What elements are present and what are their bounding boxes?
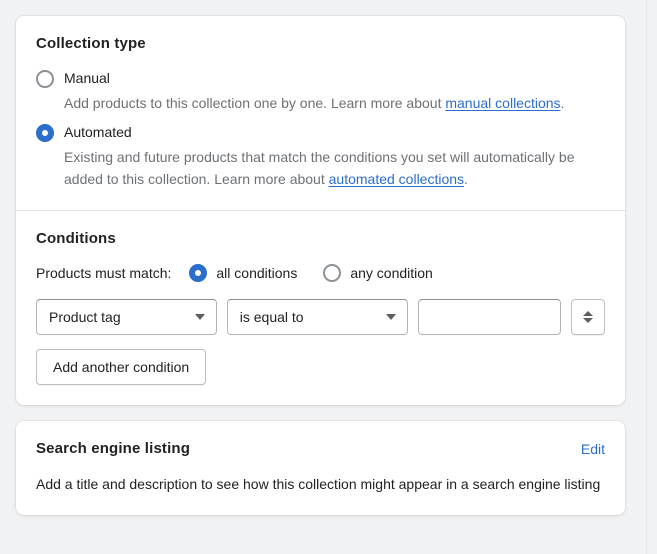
radio-row-automated[interactable]: Automated	[36, 122, 605, 142]
search-engine-listing-heading: Search engine listing	[36, 440, 191, 457]
products-must-match-label: Products must match:	[36, 265, 172, 281]
search-engine-listing-section: Search engine listing Edit Add a title a…	[16, 421, 625, 515]
manual-help-text: Add products to this collection one by o…	[64, 92, 605, 114]
page-scroll-region: Collection type Manual Add products to t…	[0, 0, 657, 554]
search-engine-listing-card: Search engine listing Edit Add a title a…	[16, 421, 625, 515]
condition-field-select[interactable]: Product tag	[36, 299, 217, 335]
radio-all-conditions-icon[interactable]	[189, 264, 208, 282]
radio-any-condition-label: any condition	[350, 265, 433, 281]
search-engine-listing-header: Search engine listing Edit	[36, 439, 605, 459]
automated-collections-link[interactable]: automated collections	[329, 171, 464, 187]
match-option-any-condition[interactable]: any condition	[323, 263, 433, 283]
radio-row-manual[interactable]: Manual	[36, 68, 605, 88]
automated-help-before: Existing and future products that match …	[64, 149, 575, 187]
condition-value-input[interactable]	[417, 299, 561, 335]
condition-row: Product tag is equal to	[36, 299, 606, 335]
automated-help-after: .	[464, 171, 468, 187]
arrow-up-icon	[582, 311, 593, 316]
conditions-section: Conditions Products must match: all cond…	[16, 210, 625, 405]
manual-help-after: .	[560, 95, 565, 111]
edit-link[interactable]: Edit	[581, 439, 605, 459]
condition-operator-select-value: is equal to	[239, 309, 304, 325]
collection-type-option-manual[interactable]: Manual Add products to this collection o…	[36, 68, 605, 114]
conditions-heading: Conditions	[36, 230, 116, 247]
manual-help-before: Add products to this collection one by o…	[64, 95, 446, 111]
radio-all-conditions-label: all conditions	[216, 265, 298, 281]
search-engine-listing-description: Add a title and description to see how t…	[36, 476, 601, 492]
radio-automated-icon[interactable]	[36, 124, 54, 142]
collection-type-section: Collection type Manual Add products to t…	[16, 16, 625, 210]
products-must-match-row: Products must match: all conditions any …	[36, 263, 605, 283]
vertical-scrollbar[interactable]	[646, 0, 657, 554]
condition-stepper-button[interactable]	[570, 299, 606, 335]
chevron-down-icon	[194, 314, 205, 320]
match-option-all-conditions[interactable]: all conditions	[189, 263, 297, 283]
automated-help-text: Existing and future products that match …	[64, 146, 605, 190]
radio-manual-label: Manual	[64, 70, 110, 86]
collection-type-heading: Collection type	[36, 35, 146, 52]
arrow-down-icon	[582, 318, 593, 323]
radio-automated-label: Automated	[64, 124, 132, 140]
add-another-condition-button[interactable]: Add another condition	[36, 349, 207, 385]
chevron-down-icon	[385, 314, 396, 320]
collection-type-card: Collection type Manual Add products to t…	[16, 16, 625, 405]
radio-manual-icon[interactable]	[36, 70, 54, 88]
condition-operator-select[interactable]: is equal to	[226, 299, 408, 335]
radio-any-condition-icon[interactable]	[323, 264, 342, 282]
collection-type-option-automated[interactable]: Automated Existing and future products t…	[36, 122, 605, 190]
manual-collections-link[interactable]: manual collections	[445, 95, 560, 111]
condition-field-select-value: Product tag	[49, 309, 121, 325]
